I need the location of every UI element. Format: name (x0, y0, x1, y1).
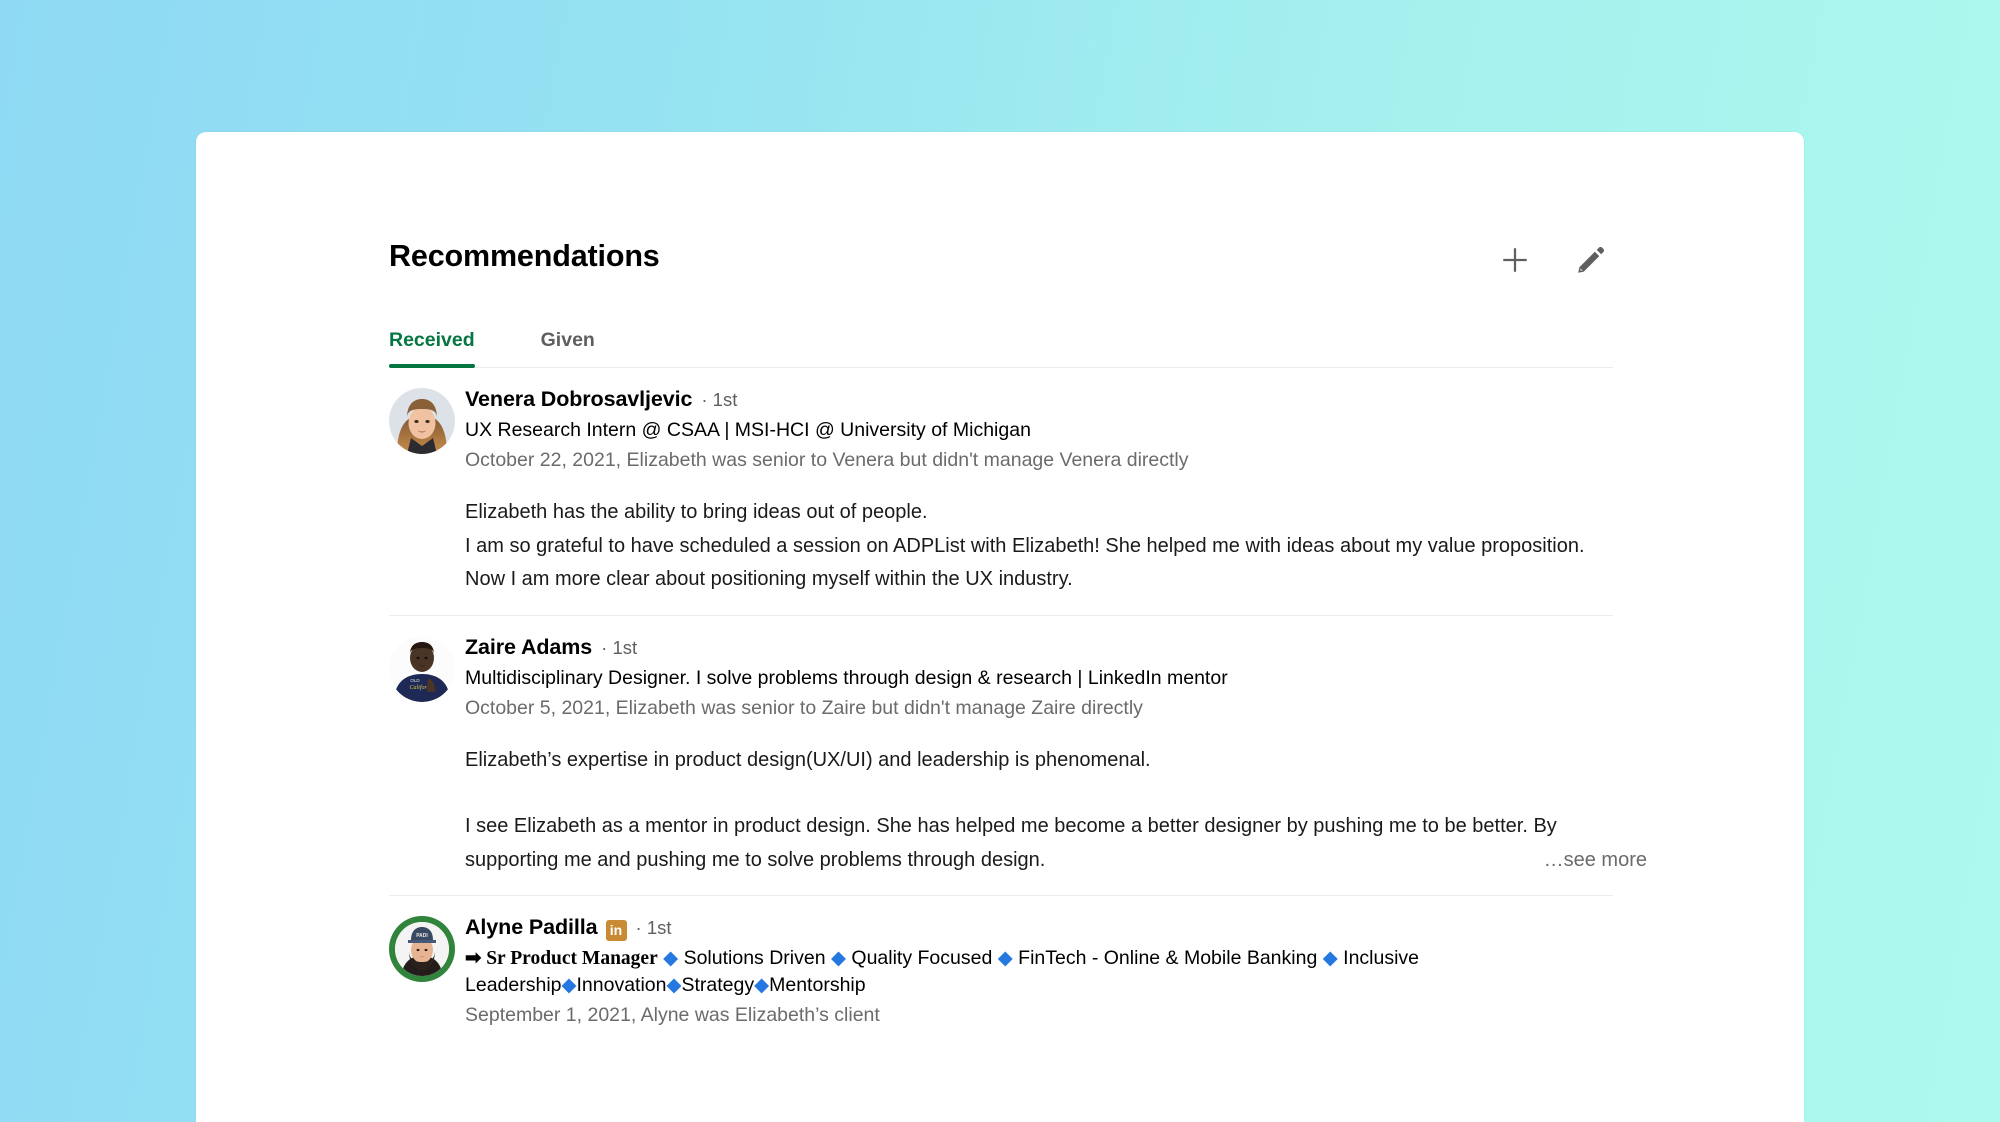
recommendation-paragraph: Elizabeth’s expertise in product design(… (465, 748, 1151, 771)
recommendation-item: Venera Dobrosavljevic · 1st UX Research … (389, 368, 1613, 616)
plus-icon (1498, 243, 1532, 277)
recommender-headline: UX Research Intern @ CSAA | MSI-HCI @ Un… (465, 419, 1031, 441)
connection-degree: · 1st (601, 636, 638, 658)
avatar[interactable] (389, 388, 455, 454)
header-actions (1494, 239, 1612, 281)
recommendations-list: Venera Dobrosavljevic · 1st UX Research … (389, 368, 1647, 1047)
avatar-photo-alyne: PADI (395, 922, 449, 976)
name-line: Zaire Adams · 1st (465, 634, 1613, 661)
recommendation-item: PADI Alyne Padilla in · 1st ➡ Sr Product… (389, 896, 1613, 1047)
recommender-headline: ➡ Sr Product Manager ◆ Solutions Driven … (465, 945, 1613, 999)
recommendation-relationship: September 1, 2021, Alyne was Elizabeth’s… (465, 1004, 880, 1026)
recommendations-tabs: Received Given (389, 311, 1613, 368)
linkedin-premium-badge-icon: in (605, 920, 627, 941)
recommendation-relationship: October 5, 2021, Elizabeth was senior to… (465, 696, 1143, 719)
recommendation-paragraph: I see Elizabeth as a mentor in product d… (465, 815, 1557, 871)
headline-sep: ◆ (666, 974, 682, 996)
card-header: Recommendations (389, 237, 1614, 289)
screen: Recommendations Received Given Venera Do… (0, 0, 2000, 1122)
avatar-photo-venera (389, 388, 455, 454)
headline-sep: ◆ (754, 974, 770, 996)
name-line: Alyne Padilla in · 1st (465, 914, 1613, 941)
avatar[interactable]: PADI (389, 916, 455, 982)
recommendation-header: PADI Alyne Padilla in · 1st ➡ Sr Product… (389, 914, 1613, 1029)
recommendation-body: Elizabeth has the ability to bring ideas… (389, 496, 1613, 597)
headline-part: FinTech - Online & Mobile Banking (1018, 947, 1318, 969)
recommendation-meta: Alyne Padilla in · 1st ➡ Sr Product Mana… (465, 914, 1613, 1029)
connection-degree: · 1st (635, 917, 672, 938)
headline-sep: ◆ (663, 947, 679, 969)
name-line: Venera Dobrosavljevic · 1st (465, 386, 1613, 413)
recommender-headline: Multidisciplinary Designer. I solve prob… (465, 666, 1228, 689)
tab-received[interactable]: Received (389, 329, 475, 368)
edit-recommendations-button[interactable] (1570, 239, 1612, 281)
recommendation-meta: Venera Dobrosavljevic · 1st UX Research … (465, 386, 1613, 474)
headline-sep: ◆ (1322, 947, 1338, 969)
recommendation-header: Venera Dobrosavljevic · 1st UX Research … (389, 386, 1613, 474)
pencil-icon (1575, 244, 1607, 276)
recommendation-body: Elizabeth’s expertise in product design(… (389, 744, 1647, 877)
headline-part: Strategy (681, 974, 755, 996)
headline-sep: ◆ (561, 974, 577, 996)
avatar-container (389, 386, 465, 454)
see-more-link[interactable]: …see more (1513, 843, 1647, 877)
avatar-container: PADI (389, 914, 465, 982)
headline-sep: ◆ (997, 947, 1013, 969)
svg-text:PADI: PADI (416, 933, 428, 939)
avatar[interactable]: California OLD (389, 635, 455, 702)
recommendation-relationship: October 22, 2021, Elizabeth was senior t… (465, 449, 1189, 471)
recommendation-paragraph: I am so grateful to have scheduled a ses… (465, 534, 1585, 591)
tab-given[interactable]: Given (541, 329, 595, 367)
headline-prefix: ➡ Sr Product Manager (465, 948, 658, 969)
recommendation-paragraph: Elizabeth has the ability to bring ideas… (465, 501, 928, 523)
recommendation-header: California OLD Zaire Adams · 1st Multidi… (389, 634, 1613, 722)
recommendation-meta: Zaire Adams · 1st Multidisciplinary Desi… (465, 634, 1613, 722)
headline-part: Quality Focused (851, 947, 993, 969)
headline-part: Mentorship (769, 974, 866, 996)
headline-part: Innovation (576, 974, 667, 996)
add-recommendation-button[interactable] (1494, 239, 1536, 281)
headline-part: Solutions Driven (683, 947, 826, 969)
avatar-container: California OLD (389, 634, 465, 702)
recommender-name[interactable]: Venera Dobrosavljevic (465, 386, 692, 412)
connection-degree: · 1st (701, 389, 738, 410)
avatar-photo-zaire: California OLD (389, 635, 455, 702)
recommendation-item: California OLD Zaire Adams · 1st Multidi… (389, 616, 1647, 896)
recommender-name[interactable]: Alyne Padilla (465, 914, 598, 940)
page-title: Recommendations (389, 239, 660, 273)
recommender-name[interactable]: Zaire Adams (465, 634, 592, 660)
card-content: Recommendations Received Given Venera Do… (389, 237, 1647, 1047)
headline-sep: ◆ (830, 947, 846, 969)
svg-text:OLD: OLD (410, 678, 420, 683)
recommendations-card: Recommendations Received Given Venera Do… (196, 132, 1804, 1122)
